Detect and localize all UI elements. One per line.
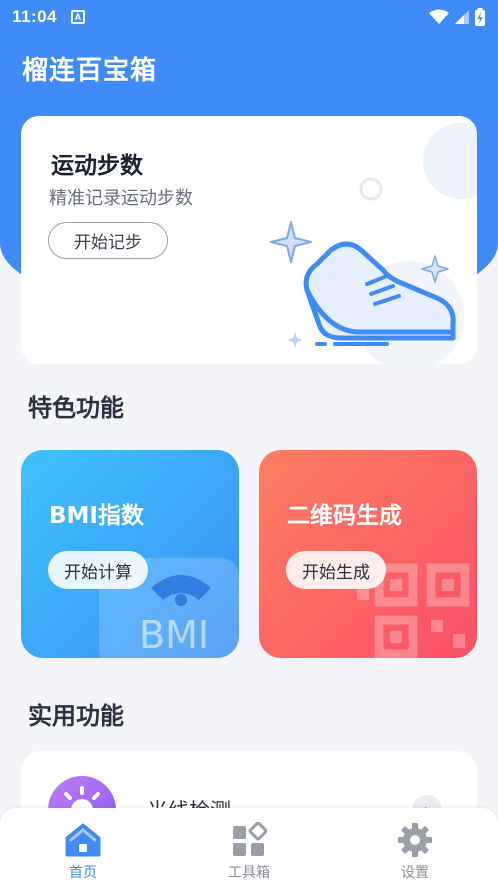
utility-section-title: 实用功能	[28, 702, 124, 730]
status-time: 11:04	[12, 7, 58, 26]
app-title: 榴连百宝箱	[22, 56, 158, 86]
card-title: 运动步数	[51, 153, 143, 179]
step-counter-card[interactable]: 运动步数 精准记录运动步数 开始记步	[21, 116, 477, 364]
home-icon	[65, 823, 101, 857]
bmi-card[interactable]: BMI BMI指数 开始计算	[21, 450, 239, 658]
start-calculate-button[interactable]: 开始计算	[48, 551, 148, 589]
nav-label-settings: 设置	[401, 865, 429, 881]
signal-icon	[455, 10, 469, 24]
toolbox-icon	[233, 822, 267, 856]
nav-home[interactable]: 首页	[0, 808, 166, 885]
notification-icon: A	[71, 10, 86, 24]
card-subtitle: 精准记录运动步数	[49, 188, 193, 209]
battery-icon	[475, 8, 485, 26]
status-bar: 11:04 A	[0, 0, 498, 34]
featured-section-title: 特色功能	[28, 394, 124, 422]
qr-code-card[interactable]: 二维码生成 开始生成	[259, 450, 477, 658]
nav-label-home: 首页	[69, 865, 97, 881]
bmi-title: BMI指数	[49, 503, 144, 529]
nav-settings[interactable]: 设置	[332, 808, 498, 885]
nav-toolbox[interactable]: 工具箱	[166, 808, 332, 885]
start-step-button[interactable]: 开始记步	[48, 222, 168, 259]
wifi-icon	[429, 9, 449, 24]
gear-icon	[398, 823, 432, 857]
shoe-icon	[270, 221, 456, 348]
svg-text:BMI: BMI	[139, 613, 209, 657]
bottom-nav: 首页 工具箱 设置	[0, 808, 498, 885]
nav-label-toolbox: 工具箱	[228, 865, 270, 881]
qr-code-title: 二维码生成	[287, 503, 402, 529]
start-generate-button[interactable]: 开始生成	[286, 551, 386, 589]
